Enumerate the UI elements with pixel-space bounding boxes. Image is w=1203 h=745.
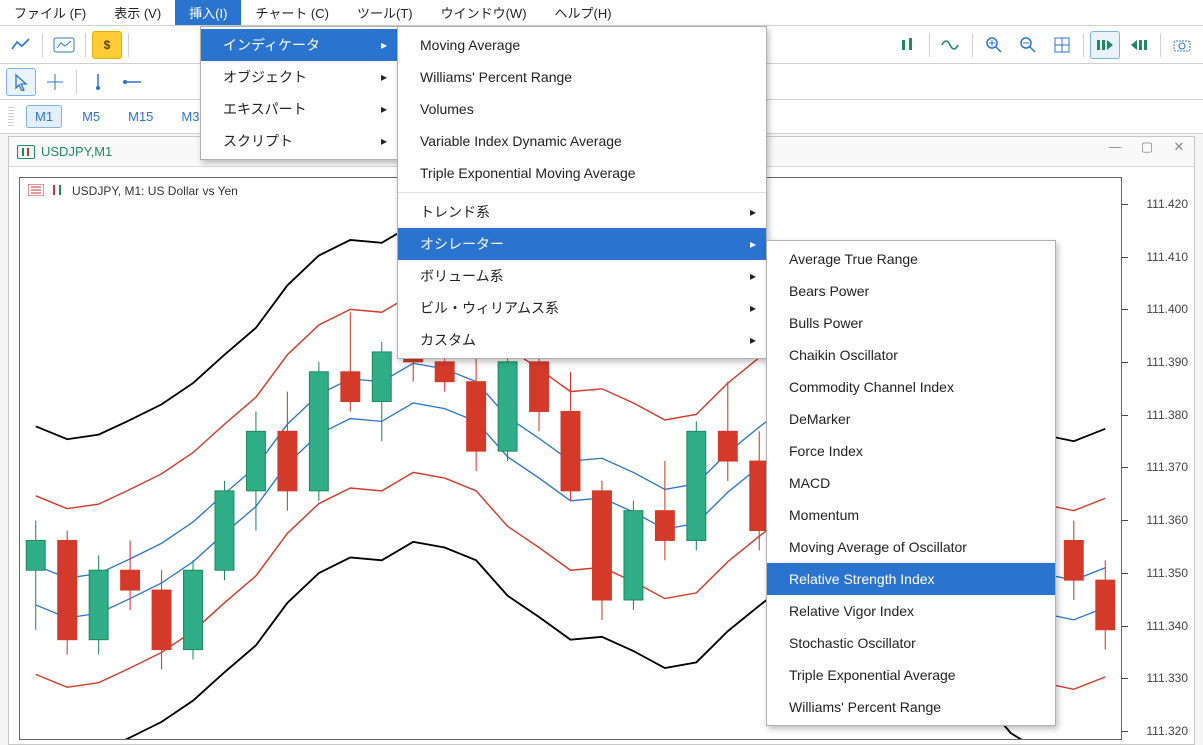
- close-icon[interactable]: ✕: [1168, 139, 1190, 155]
- indicator_menu-item[interactable]: ボリューム系: [398, 260, 766, 292]
- crosshair-icon[interactable]: [40, 68, 70, 96]
- menu-window[interactable]: ウインドウ(W): [427, 0, 541, 25]
- shift-icon[interactable]: [1124, 31, 1154, 59]
- y-tick: 111.390: [1130, 355, 1190, 369]
- camera-icon[interactable]: [1167, 31, 1197, 59]
- y-tick: 111.320: [1130, 724, 1190, 738]
- indicator_menu-item[interactable]: Triple Exponential Moving Average: [398, 157, 766, 189]
- candle-tag-icon: [17, 145, 35, 159]
- oscillator_menu-item[interactable]: Relative Strength Index: [767, 563, 1055, 595]
- indicator_menu-item[interactable]: Volumes: [398, 93, 766, 125]
- y-tick: 111.380: [1130, 408, 1190, 422]
- oscillator_menu-item[interactable]: Force Index: [767, 435, 1055, 467]
- indicator_menu-item[interactable]: オシレーター: [398, 228, 766, 260]
- grip-icon: [8, 107, 14, 127]
- indicator_menu-item[interactable]: Moving Average: [398, 29, 766, 61]
- oscillator_menu-item[interactable]: Momentum: [767, 499, 1055, 531]
- chart-pair-label: USDJPY, M1: US Dollar vs Yen: [28, 184, 238, 198]
- menu-view[interactable]: 表示 (V): [100, 0, 175, 25]
- oscillator_menu-item[interactable]: Bulls Power: [767, 307, 1055, 339]
- oscillator_menu-item[interactable]: Bears Power: [767, 275, 1055, 307]
- tf-m1[interactable]: M1: [26, 105, 62, 128]
- y-tick: 111.330: [1130, 671, 1190, 685]
- oscillator_menu-item[interactable]: Chaikin Oscillator: [767, 339, 1055, 371]
- chart-tab-title: USDJPY,M1: [41, 144, 112, 159]
- tf-m15[interactable]: M15: [120, 106, 161, 127]
- window-chart-icon[interactable]: [49, 31, 79, 59]
- tf-m5[interactable]: M5: [74, 106, 108, 127]
- zoom-in-icon[interactable]: [979, 31, 1009, 59]
- wave-icon[interactable]: [936, 31, 966, 59]
- minimize-icon[interactable]: —: [1104, 139, 1126, 155]
- oscillator_menu-item[interactable]: Triple Exponential Average: [767, 659, 1055, 691]
- indicator_menu-item[interactable]: トレンド系: [398, 196, 766, 228]
- hline-icon[interactable]: [117, 68, 147, 96]
- y-tick: 111.350: [1130, 566, 1190, 580]
- dollar-icon[interactable]: $: [92, 31, 122, 59]
- menu-tools[interactable]: ツール(T): [343, 0, 427, 25]
- insert_menu-item[interactable]: エキスパート: [201, 93, 397, 125]
- grid-icon[interactable]: [1047, 31, 1077, 59]
- menu-chart[interactable]: チャート (C): [241, 0, 343, 25]
- scroll-end-icon[interactable]: [1090, 31, 1120, 59]
- maximize-icon[interactable]: ▢: [1136, 139, 1158, 155]
- y-tick: 111.420: [1130, 197, 1190, 211]
- oscillator_menu-item[interactable]: Average True Range: [767, 243, 1055, 275]
- insert-dropdown: インディケータオブジェクトエキスパートスクリプト: [200, 26, 398, 160]
- vline-icon[interactable]: [83, 68, 113, 96]
- oscillator_menu-item[interactable]: Williams' Percent Range: [767, 691, 1055, 723]
- oscillator-dropdown: Average True RangeBears PowerBulls Power…: [766, 240, 1056, 726]
- oscillator_menu-item[interactable]: Commodity Channel Index: [767, 371, 1055, 403]
- oscillator_menu-item[interactable]: Stochastic Oscillator: [767, 627, 1055, 659]
- zoom-out-icon[interactable]: [1013, 31, 1043, 59]
- info-icon: [28, 184, 44, 198]
- cursor-icon[interactable]: [6, 68, 36, 96]
- y-tick: 111.360: [1130, 513, 1190, 527]
- y-tick: 111.400: [1130, 302, 1190, 316]
- y-axis: 111.420 111.410 111.400 111.390 111.380 111.3…: [1130, 197, 1190, 738]
- oscillator_menu-item[interactable]: Relative Vigor Index: [767, 595, 1055, 627]
- y-tick: 111.410: [1130, 250, 1190, 264]
- insert_menu-item[interactable]: オブジェクト: [201, 61, 397, 93]
- menubar: ファイル (F) 表示 (V) 挿入(I) チャート (C) ツール(T) ウイ…: [0, 0, 1203, 26]
- indicator-dropdown: Moving AverageWilliams' Percent RangeVol…: [397, 26, 767, 359]
- indicator_menu-item[interactable]: ビル・ウィリアムス系: [398, 292, 766, 324]
- line-chart-icon[interactable]: [6, 31, 36, 59]
- menu-help[interactable]: ヘルプ(H): [541, 0, 626, 25]
- oscillator_menu-item[interactable]: MACD: [767, 467, 1055, 499]
- menu-file[interactable]: ファイル (F): [0, 0, 100, 25]
- oscillator_menu-item[interactable]: Moving Average of Oscillator: [767, 531, 1055, 563]
- y-tick: 111.340: [1130, 619, 1190, 633]
- insert_menu-item[interactable]: インディケータ: [201, 29, 397, 61]
- indicator_menu-item[interactable]: カスタム: [398, 324, 766, 356]
- candles-green-icon[interactable]: [893, 31, 923, 59]
- indicator_menu-item[interactable]: Williams' Percent Range: [398, 61, 766, 93]
- svg-text:$: $: [104, 38, 111, 52]
- y-tick: 111.370: [1130, 460, 1190, 474]
- candles-icon: [50, 184, 66, 198]
- oscillator_menu-item[interactable]: DeMarker: [767, 403, 1055, 435]
- indicator_menu-item[interactable]: Variable Index Dynamic Average: [398, 125, 766, 157]
- menu-insert[interactable]: 挿入(I): [175, 0, 241, 25]
- insert_menu-item[interactable]: スクリプト: [201, 125, 397, 157]
